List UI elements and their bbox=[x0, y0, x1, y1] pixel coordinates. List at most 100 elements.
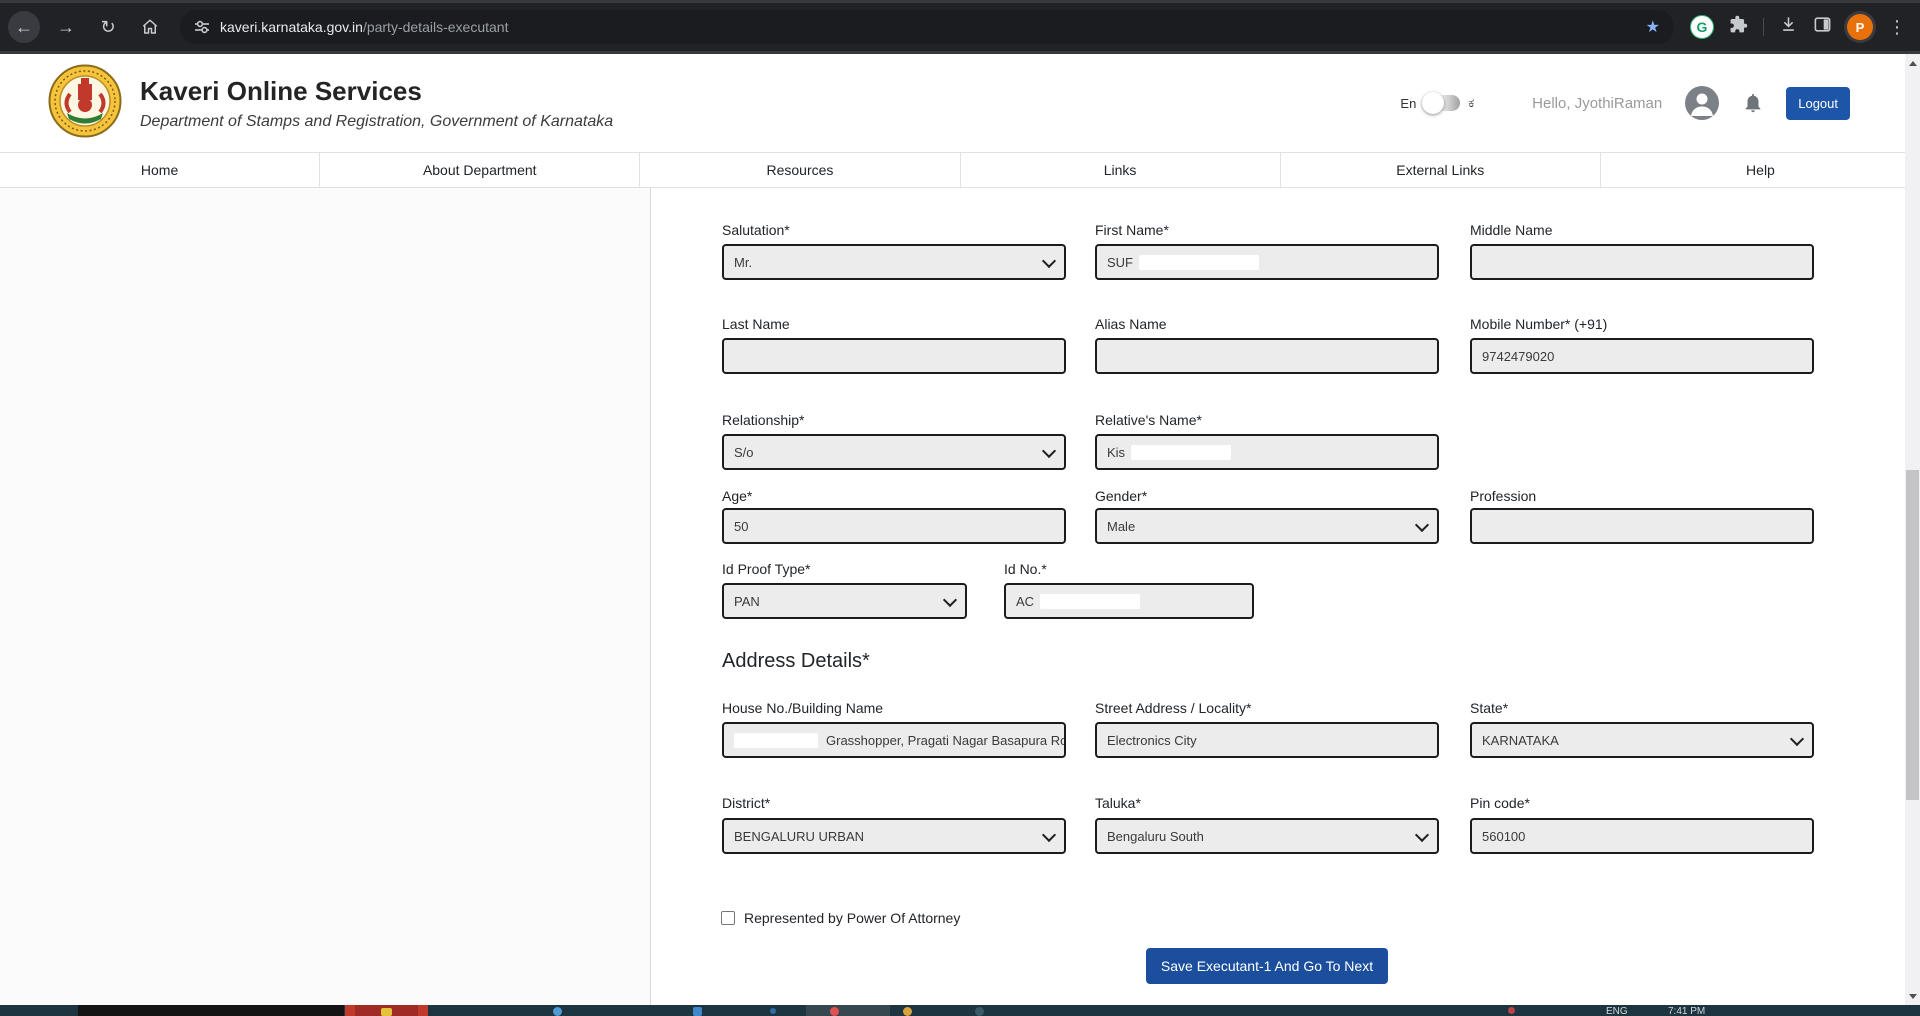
last-name-input[interactable] bbox=[722, 338, 1066, 374]
pincode-label: Pin code* bbox=[1470, 795, 1530, 811]
browser-profile-avatar[interactable]: P bbox=[1847, 14, 1873, 40]
street-address-label: Street Address / Locality* bbox=[1095, 700, 1252, 716]
site-info-icon[interactable] bbox=[194, 19, 210, 35]
first-name-label: First Name* bbox=[1095, 222, 1169, 238]
street-address-input[interactable]: Electronics City bbox=[1095, 722, 1439, 758]
left-panel bbox=[0, 188, 651, 1005]
address-bar[interactable]: kaveri.karnataka.gov.in/party-details-ex… bbox=[180, 10, 1674, 44]
logout-button[interactable]: Logout bbox=[1786, 86, 1850, 120]
taskbar-app-icon[interactable] bbox=[975, 1007, 984, 1016]
karnataka-emblem-logo bbox=[48, 64, 122, 143]
id-proof-type-select[interactable]: PAN bbox=[722, 583, 967, 619]
poa-checkbox[interactable] bbox=[721, 911, 735, 925]
user-greeting: Hello, JyothiRaman bbox=[1532, 94, 1663, 112]
address-details-heading: Address Details* bbox=[722, 650, 870, 672]
taluka-label: Taluka* bbox=[1095, 795, 1141, 811]
mobile-number-input[interactable]: 9742479020 bbox=[1470, 338, 1814, 374]
nav-item-external-links[interactable]: External Links bbox=[1281, 153, 1601, 187]
house-no-input[interactable]: Grasshopper, Pragati Nagar Basapura Rc bbox=[722, 722, 1066, 758]
relative-name-label: Relative's Name* bbox=[1095, 412, 1202, 428]
notification-bell-icon[interactable] bbox=[1742, 92, 1764, 114]
chevron-down-icon bbox=[1789, 731, 1805, 746]
grammarly-extension-icon[interactable]: G bbox=[1690, 15, 1714, 39]
user-avatar-icon[interactable] bbox=[1684, 85, 1720, 121]
salutation-select[interactable]: Mr. bbox=[722, 244, 1066, 280]
back-icon[interactable]: ← bbox=[8, 11, 40, 43]
taskbar-app-icon[interactable] bbox=[693, 1007, 702, 1016]
site-titles: Kaveri Online Services Department of Sta… bbox=[140, 76, 613, 131]
pincode-input[interactable]: 560100 bbox=[1470, 818, 1814, 854]
url-text: kaveri.karnataka.gov.in/party-details-ex… bbox=[220, 19, 1638, 35]
house-no-label: House No./Building Name bbox=[722, 700, 884, 716]
alias-name-label: Alias Name bbox=[1095, 316, 1167, 332]
language-en-label: En bbox=[1400, 95, 1417, 111]
nav-item-about-department[interactable]: About Department bbox=[320, 153, 641, 187]
taskbar-app-icon[interactable] bbox=[830, 1007, 839, 1016]
chevron-down-icon bbox=[1041, 253, 1057, 268]
nav-item-resources[interactable]: Resources bbox=[640, 153, 961, 187]
bookmark-star-icon[interactable]: ★ bbox=[1646, 17, 1660, 37]
extensions-puzzle-icon[interactable] bbox=[1729, 15, 1748, 39]
mobile-number-label: Mobile Number* (+91) bbox=[1470, 316, 1608, 332]
taskbar-search-box[interactable] bbox=[78, 1005, 344, 1016]
profession-label: Profession bbox=[1470, 488, 1537, 504]
main-navigation: Home About Department Resources Links Ex… bbox=[0, 152, 1920, 188]
download-icon[interactable] bbox=[1779, 15, 1798, 39]
browser-nav-buttons: ← → ↻ bbox=[0, 11, 176, 43]
scrollbar-up-arrow-icon[interactable] bbox=[1905, 56, 1920, 70]
reload-icon[interactable]: ↻ bbox=[92, 11, 124, 43]
language-kn-label: ಕ bbox=[1468, 95, 1475, 110]
forward-icon[interactable]: → bbox=[50, 11, 82, 43]
state-select[interactable]: KARNATAKA bbox=[1470, 722, 1814, 758]
poa-checkbox-label: Represented by Power Of Attorney bbox=[744, 910, 961, 926]
taskbar-language[interactable]: ENG bbox=[1606, 1006, 1628, 1016]
chevron-down-icon bbox=[1041, 827, 1057, 842]
scrollbar-down-arrow-icon[interactable] bbox=[1905, 989, 1920, 1003]
chevron-down-icon bbox=[1041, 443, 1057, 458]
profession-input[interactable] bbox=[1470, 508, 1814, 544]
toggle-knob bbox=[1422, 92, 1445, 114]
state-label: State* bbox=[1470, 700, 1509, 716]
taskbar-app-icon[interactable] bbox=[903, 1007, 912, 1016]
alias-name-input[interactable] bbox=[1095, 338, 1439, 374]
chevron-down-icon bbox=[1414, 827, 1430, 842]
home-icon[interactable] bbox=[134, 11, 166, 43]
scrollbar-thumb[interactable] bbox=[1906, 470, 1919, 800]
age-label: Age* bbox=[722, 488, 753, 504]
url-domain: kaveri.karnataka.gov.in bbox=[220, 19, 363, 35]
taskbar-active-app[interactable] bbox=[806, 1005, 890, 1016]
taskbar-app-icon[interactable] bbox=[770, 1008, 776, 1014]
browser-menu-icon[interactable]: ⋮ bbox=[1888, 17, 1906, 38]
taskbar-app-icon[interactable] bbox=[345, 1005, 428, 1016]
relative-name-input[interactable]: Kis bbox=[1095, 434, 1439, 470]
language-toggle[interactable] bbox=[1422, 92, 1461, 114]
age-input[interactable]: 50 bbox=[722, 508, 1066, 544]
save-executant-button[interactable]: Save Executant-1 And Go To Next bbox=[1146, 948, 1388, 984]
last-name-label: Last Name bbox=[722, 316, 790, 332]
page-subtitle: Department of Stamps and Registration, G… bbox=[140, 112, 614, 130]
toolbar-separator bbox=[1763, 18, 1764, 36]
screen: ← → ↻ kaveri.karnataka.gov.in/party-deta… bbox=[0, 0, 1920, 1016]
taskbar-tray-icon[interactable] bbox=[1508, 1007, 1515, 1014]
taskbar-clock[interactable]: 7:41 PM bbox=[1668, 1006, 1705, 1016]
redaction-box bbox=[734, 732, 818, 748]
nav-item-help[interactable]: Help bbox=[1601, 153, 1920, 187]
id-no-input[interactable]: AC bbox=[1004, 583, 1254, 619]
taskbar-app-icon[interactable] bbox=[553, 1007, 562, 1016]
gender-label: Gender* bbox=[1095, 488, 1148, 504]
nav-item-home[interactable]: Home bbox=[0, 153, 321, 187]
id-proof-type-label: Id Proof Type* bbox=[722, 561, 811, 577]
nav-item-links[interactable]: Links bbox=[961, 153, 1281, 187]
middle-name-input[interactable] bbox=[1470, 244, 1814, 280]
side-panel-icon[interactable] bbox=[1813, 15, 1832, 39]
district-select[interactable]: BENGALURU URBAN bbox=[722, 818, 1066, 854]
language-switcher: En ಕ bbox=[1400, 92, 1475, 114]
salutation-label: Salutation* bbox=[722, 222, 790, 238]
browser-toolbar: ← → ↻ kaveri.karnataka.gov.in/party-deta… bbox=[0, 0, 1920, 54]
relationship-select[interactable]: S/o bbox=[722, 434, 1066, 470]
page-scrollbar[interactable] bbox=[1905, 54, 1920, 1005]
gender-select[interactable]: Male bbox=[1095, 508, 1439, 544]
first-name-input[interactable]: SUF bbox=[1095, 244, 1439, 280]
redaction-box bbox=[1139, 254, 1259, 270]
taluka-select[interactable]: Bengaluru South bbox=[1095, 818, 1439, 854]
